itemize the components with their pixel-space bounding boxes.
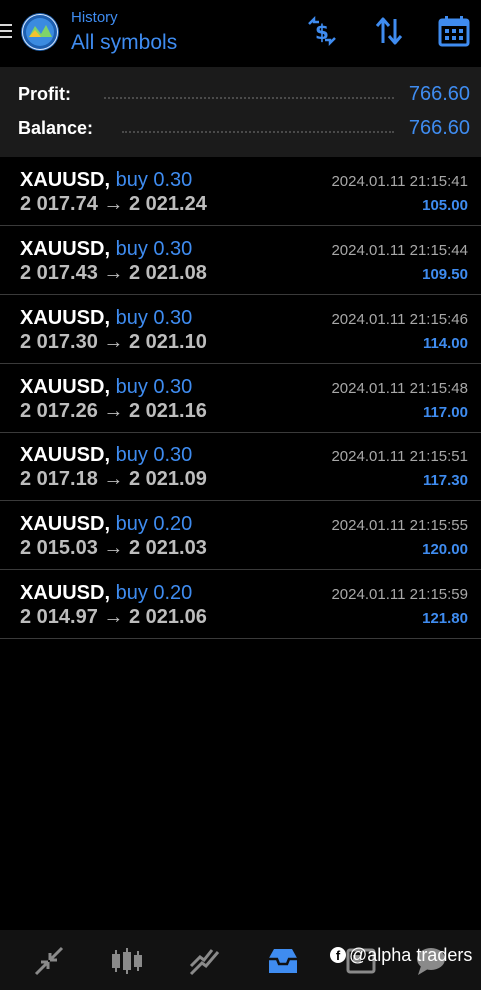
trade-icon[interactable]: [188, 944, 222, 978]
deal-open-price: 2 015.03: [20, 537, 98, 559]
deal-close-price: 2 021.10: [128, 331, 207, 353]
deal-profit: 117.00: [422, 404, 468, 421]
deal-side: buy 0.20: [115, 582, 193, 604]
deal-time: 2024.01.11 21:15:44: [331, 242, 468, 259]
header-title[interactable]: All symbols: [71, 31, 177, 55]
deal-row[interactable]: XAUUSD, buy 0.30 2 017.43 → 2 021.08 202…: [0, 227, 481, 295]
deal-side: buy 0.30: [115, 169, 193, 191]
deal-symbol: XAUUSD,: [20, 513, 111, 535]
deal-open-price: 2 017.18: [20, 468, 98, 490]
quotes-icon[interactable]: [32, 944, 66, 978]
deal-profit: 114.00: [422, 335, 468, 352]
sort-icon[interactable]: [372, 14, 406, 48]
arrow-right-icon: →: [103, 537, 124, 559]
deal-close-price: 2 021.06: [128, 606, 207, 628]
dotted-leader: [104, 97, 394, 99]
deal-symbol: XAUUSD,: [20, 444, 111, 466]
currency-exchange-icon[interactable]: $: [305, 14, 339, 48]
header-subtitle: History: [71, 9, 118, 26]
deal-profit: 105.00: [422, 197, 468, 214]
deal-symbol: XAUUSD,: [20, 376, 111, 398]
deal-open-price: 2 017.26: [20, 400, 98, 422]
profit-row: Profit: 766.60: [18, 80, 470, 110]
account-summary: Profit: 766.60 Balance: 766.60: [0, 67, 481, 157]
deal-row[interactable]: XAUUSD, buy 0.30 2 017.30 → 2 021.10 202…: [0, 296, 481, 364]
profit-value: 766.60: [408, 83, 470, 105]
balance-value: 766.60: [408, 117, 470, 139]
deal-side: buy 0.30: [115, 307, 193, 329]
deal-time: 2024.01.11 21:15:59: [331, 586, 468, 603]
deal-symbol: XAUUSD,: [20, 582, 111, 604]
balance-row: Balance: 766.60: [18, 114, 470, 144]
watermark-text: @alpha traders: [349, 945, 473, 965]
deal-profit: 109.50: [422, 266, 468, 283]
deal-close-price: 2 021.16: [128, 400, 207, 422]
top-bar: History All symbols $: [0, 0, 481, 67]
arrow-right-icon: →: [103, 331, 124, 353]
watermark: f @alpha traders: [330, 945, 472, 969]
deal-open-price: 2 017.30: [20, 331, 98, 353]
chart-icon[interactable]: [110, 944, 144, 978]
deal-side: buy 0.30: [115, 376, 193, 398]
balance-label: Balance:: [18, 118, 94, 138]
deal-time: 2024.01.11 21:15:41: [331, 173, 468, 190]
deal-close-price: 2 021.09: [128, 468, 207, 490]
deal-time: 2024.01.11 21:15:48: [331, 380, 468, 397]
deal-close-price: 2 021.03: [128, 537, 207, 559]
arrow-right-icon: →: [103, 468, 124, 490]
deal-close-price: 2 021.08: [128, 262, 207, 284]
deal-time: 2024.01.11 21:15:55: [331, 517, 468, 534]
deal-profit: 120.00: [422, 541, 468, 558]
deal-symbol: XAUUSD,: [20, 307, 111, 329]
deal-close-price: 2 021.24: [128, 193, 207, 215]
deal-open-price: 2 017.74: [20, 193, 98, 215]
deal-profit: 121.80: [422, 610, 468, 627]
deal-open-price: 2 017.43: [20, 262, 98, 284]
deal-side: buy 0.20: [115, 513, 193, 535]
deal-symbol: XAUUSD,: [20, 238, 111, 260]
deal-profit: 117.30: [422, 472, 468, 489]
deal-row[interactable]: XAUUSD, buy 0.30 2 017.18 → 2 021.09 202…: [0, 433, 481, 501]
deal-open-price: 2 014.97: [20, 606, 98, 628]
menu-icon[interactable]: [0, 24, 12, 40]
arrow-right-icon: →: [103, 262, 124, 284]
arrow-right-icon: →: [103, 400, 124, 422]
deal-side: buy 0.30: [115, 444, 193, 466]
deal-row[interactable]: XAUUSD, buy 0.20 2 014.97 → 2 021.06 202…: [0, 571, 481, 639]
arrow-right-icon: →: [103, 606, 124, 628]
deal-time: 2024.01.11 21:15:46: [331, 311, 468, 328]
deal-side: buy 0.30: [115, 238, 193, 260]
history-icon[interactable]: [266, 944, 300, 978]
deal-row[interactable]: XAUUSD, buy 0.20 2 015.03 → 2 021.03 202…: [0, 502, 481, 570]
app-logo-icon: [21, 13, 59, 51]
facebook-icon: f: [330, 947, 346, 963]
deal-row[interactable]: XAUUSD, buy 0.30 2 017.26 → 2 021.16 202…: [0, 365, 481, 433]
arrow-right-icon: →: [103, 193, 124, 215]
deal-row[interactable]: XAUUSD, buy 0.30 2 017.74 → 2 021.24 202…: [0, 158, 481, 226]
dotted-leader: [122, 131, 394, 133]
deal-symbol: XAUUSD,: [20, 169, 111, 191]
profit-label: Profit:: [18, 84, 71, 104]
calendar-icon[interactable]: [437, 14, 471, 48]
deal-time: 2024.01.11 21:15:51: [331, 448, 468, 465]
